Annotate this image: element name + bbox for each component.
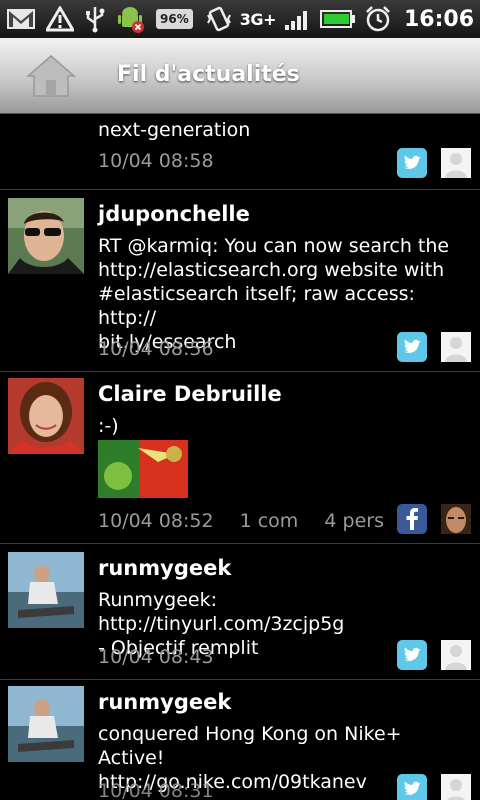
title-bar: Fil d'actualités [0, 38, 480, 114]
feed-item-time: 10/04 08:52 [98, 510, 214, 532]
feed-item-author[interactable]: runmygeek [98, 556, 231, 580]
avatar [8, 198, 84, 274]
feed-item-time: 10/04 08:43 [98, 646, 214, 668]
feed-item[interactable]: runmygeek conquered Hong Kong on Nike+ A… [0, 680, 480, 800]
likes-count[interactable]: 4 pers [324, 510, 384, 532]
gmail-icon [6, 4, 36, 34]
page-title: Fil d'actualités [117, 62, 300, 87]
feed-item-text-line: Runmygeek: http://tinyurl.com/3zcjp5g [98, 589, 345, 635]
warning-icon [46, 4, 74, 34]
comment-count[interactable]: 1 com [240, 510, 299, 532]
user-placeholder-icon [441, 640, 471, 670]
user-placeholder-icon [441, 332, 471, 362]
battery-icon [319, 4, 356, 34]
vibrate-icon [206, 4, 232, 34]
twitter-icon [397, 774, 427, 800]
user-avatar-small [441, 504, 471, 534]
feed-item[interactable]: jduponchelle RT @karmiq: You can now sea… [0, 190, 480, 372]
clock-time: 16:06 [403, 6, 474, 32]
feed-item-author[interactable]: Claire Debruille [98, 382, 282, 406]
home-icon[interactable] [24, 52, 78, 100]
feed-item-text: next-generation [98, 119, 251, 141]
feed-item-author[interactable]: runmygeek [98, 690, 231, 714]
feed-item-text-line: #elasticsearch itself; raw access: http:… [98, 283, 415, 329]
usb-icon [84, 4, 106, 34]
feed-item-time: 10/04 08:58 [98, 150, 214, 172]
twitter-icon [397, 640, 427, 670]
feed-item-text-line: conquered Hong Kong on Nike+ Active! [98, 723, 402, 769]
feed-item-text: :-) [98, 415, 119, 437]
avatar [8, 378, 84, 454]
avatar [8, 552, 84, 628]
status-bar: 96% 3G+ 16:06 [0, 0, 480, 38]
twitter-icon [397, 148, 427, 178]
feed-item[interactable]: runmygeek Runmygeek: http://tinyurl.com/… [0, 544, 480, 680]
facebook-icon [397, 504, 427, 534]
feed-item-meta: 10/04 08:52 1 com 4 pers [98, 510, 404, 532]
feed-item-meta: 10/04 08:56 [98, 338, 234, 360]
android-debug-icon [116, 4, 146, 34]
user-placeholder-icon [441, 774, 471, 800]
feed-item-meta: 10/04 08:58 [98, 150, 234, 172]
feed-item-meta: 10/04 08:43 [98, 646, 234, 668]
feed-item-author[interactable]: jduponchelle [98, 202, 250, 226]
user-placeholder-icon [441, 148, 471, 178]
feed-item-time: 10/04 08:31 [98, 780, 214, 800]
feed-item-text-line: RT @karmiq: You can now search the [98, 235, 450, 257]
feed-item-meta: 10/04 08:31 [98, 780, 234, 800]
news-feed[interactable]: next-generation 10/04 08:58 jduponchelle [0, 114, 480, 800]
feed-item[interactable]: next-generation 10/04 08:58 [0, 114, 480, 190]
post-photo-thumbnail[interactable] [98, 440, 188, 498]
signal-strength-icon [284, 4, 312, 34]
feed-item-text-line: http://elasticsearch.org website with [98, 259, 445, 281]
feed-item[interactable]: Claire Debruille :-) 10/04 08:52 1 com 4… [0, 372, 480, 544]
feed-item-time: 10/04 08:56 [98, 338, 214, 360]
battery-percent-badge: 96% [156, 9, 193, 29]
network-type-indicator: 3G+ [239, 9, 277, 29]
alarm-icon [364, 4, 392, 34]
avatar [8, 686, 84, 762]
twitter-icon [397, 332, 427, 362]
